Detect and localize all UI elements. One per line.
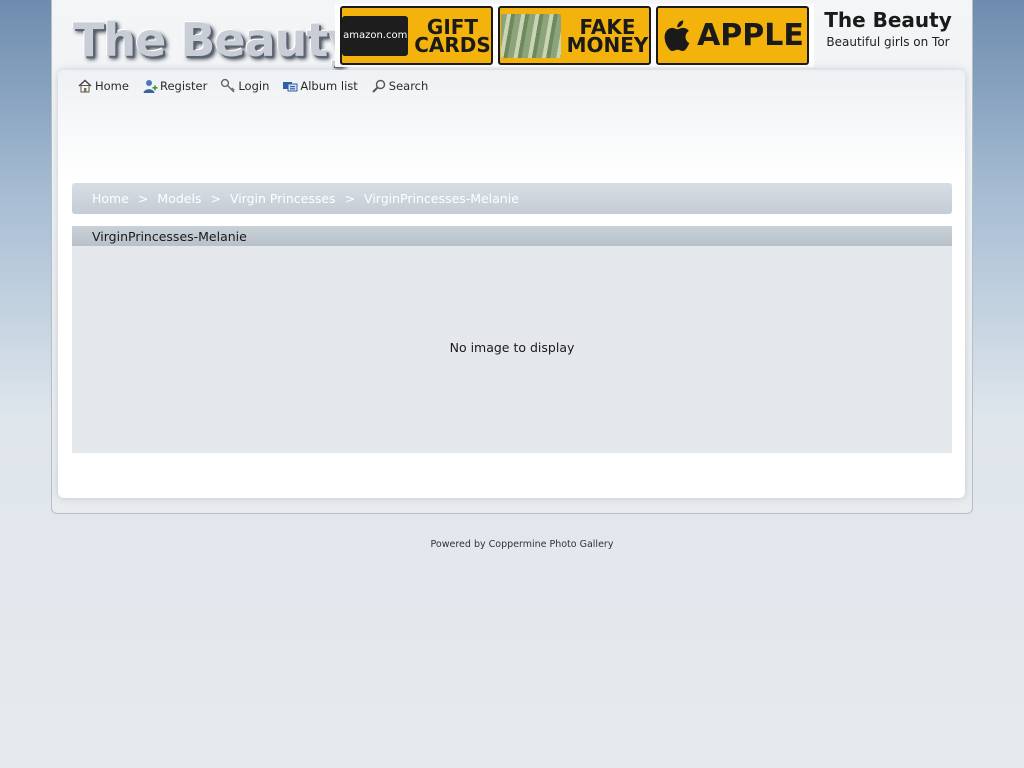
breadcrumb: Home > Models > Virgin Princesses > Virg… (72, 183, 952, 214)
nav-login[interactable]: Login (220, 78, 269, 94)
apple-logo-icon (664, 19, 690, 51)
empty-message: No image to display (449, 340, 575, 355)
ad-gift-cards[interactable]: amazon.com GIFT CARDS (340, 6, 493, 65)
nav-register-label: Register (159, 79, 208, 93)
album-title: VirginPrincesses-Melanie (92, 228, 247, 244)
ad-brand-label: amazon.com (343, 30, 408, 41)
key-icon (221, 78, 236, 93)
ad-fake-money-text: FAKE MONEY (566, 17, 649, 57)
top-navigation: Home Register Login Album list Search (77, 77, 428, 95)
amazon-gift-card-icon: amazon.com (342, 15, 409, 56)
footer-prefix: Powered by (430, 539, 486, 550)
money-stack-icon (500, 13, 561, 58)
footer: Powered by Coppermine Photo Gallery (0, 539, 1024, 550)
ad-line: MONEY (566, 32, 649, 57)
nav-search-label: Search (388, 79, 429, 93)
nav-home[interactable]: Home (77, 78, 129, 94)
nav-album-list-label: Album list (300, 79, 358, 93)
ad-fake-money[interactable]: FAKE MONEY (498, 6, 651, 65)
nav-home-label: Home (95, 79, 129, 93)
breadcrumb-separator: > (137, 191, 149, 206)
breadcrumb-virgin-princesses[interactable]: Virgin Princesses (230, 191, 336, 206)
ad-banner[interactable]: amazon.com GIFT CARDS FAKE MONEY APPLE (335, 4, 814, 67)
house-icon (78, 79, 92, 93)
album-list-icon (283, 82, 298, 92)
breadcrumb-models[interactable]: Models (157, 191, 201, 206)
ad-apple[interactable]: APPLE (656, 6, 809, 65)
ad-apple-text: APPLE (697, 18, 804, 53)
site-description: Beautiful girls on Tor (826, 35, 950, 49)
album-title-bar: VirginPrincesses-Melanie (72, 226, 952, 246)
breadcrumb-home[interactable]: Home (92, 191, 129, 206)
breadcrumb-current-album[interactable]: VirginPrincesses-Melanie (364, 191, 519, 206)
nav-register[interactable]: Register (142, 78, 207, 94)
ad-line: CARDS (414, 32, 491, 57)
user-add-icon (143, 80, 158, 93)
ad-gift-cards-text: GIFT CARDS (414, 17, 491, 57)
search-icon (372, 79, 385, 93)
album-content: No image to display (72, 246, 952, 453)
nav-search[interactable]: Search (371, 78, 429, 94)
coppermine-link[interactable]: Coppermine Photo Gallery (489, 539, 614, 550)
nav-album-list[interactable]: Album list (282, 78, 358, 94)
breadcrumb-separator: > (210, 191, 221, 206)
nav-login-label: Login (238, 79, 270, 93)
site-title: The Beauty (824, 8, 952, 32)
site-logo[interactable]: The Beauty (73, 12, 357, 68)
breadcrumb-separator: > (344, 191, 356, 206)
